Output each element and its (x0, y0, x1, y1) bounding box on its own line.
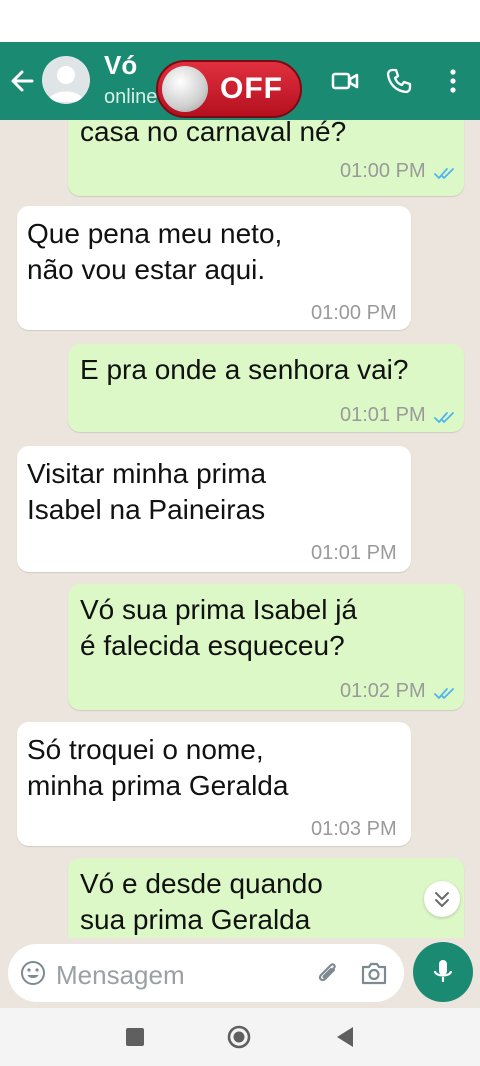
message-time: 01:00 PM (340, 160, 426, 182)
message-outgoing[interactable]: Vó e desde quando sua prima Geralda (68, 858, 464, 938)
chat-header: Vó online OFF (0, 42, 480, 120)
toggle-knob (162, 66, 208, 112)
back-arrow-icon[interactable] (8, 64, 36, 98)
recents-icon[interactable] (124, 1026, 146, 1048)
camera-icon[interactable] (360, 960, 388, 986)
message-text: Vó sua prima Isabel já é falecida esquec… (80, 594, 358, 661)
read-ticks-icon (434, 168, 454, 179)
message-time: 01:03 PM (311, 818, 397, 840)
mic-icon (433, 960, 453, 982)
more-vert-icon[interactable] (438, 66, 468, 96)
message-input[interactable]: Mensagem (8, 944, 404, 1002)
off-toggle-overlay[interactable]: OFF (156, 60, 302, 118)
message-placeholder: Mensagem (56, 960, 185, 990)
message-incoming[interactable]: Visitar minha prima Isabel na Paineiras … (17, 446, 411, 572)
message-incoming[interactable]: Só troquei o nome, minha prima Geralda 0… (17, 722, 411, 846)
video-call-icon[interactable] (330, 66, 360, 96)
message-text: Que pena meu neto, não vou estar aqui. (27, 218, 283, 285)
chat-area[interactable]: casa no carnaval né? 01:00 PM Que pena m… (0, 120, 480, 938)
off-label: OFF (220, 72, 283, 105)
read-ticks-icon (434, 412, 454, 423)
message-composer: Mensagem (0, 938, 480, 1008)
message-text: casa no carnaval né? (80, 120, 347, 147)
phone-icon[interactable] (384, 66, 414, 96)
message-time: 01:01 PM (340, 404, 426, 426)
android-nav-bar (0, 1008, 480, 1066)
message-text: Só troquei o nome, minha prima Geralda (27, 734, 289, 801)
scroll-down-button[interactable] (424, 881, 460, 917)
message-time: 01:01 PM (311, 542, 397, 564)
message-time: 01:02 PM (340, 680, 426, 702)
message-time: 01:00 PM (311, 302, 397, 324)
read-ticks-icon (434, 688, 454, 699)
message-outgoing[interactable]: Vó sua prima Isabel já é falecida esquec… (68, 584, 464, 710)
home-icon[interactable] (226, 1024, 252, 1050)
message-text: E pra onde a senhora vai? (80, 354, 409, 385)
message-outgoing[interactable]: E pra onde a senhora vai? 01:01 PM (68, 344, 464, 432)
avatar[interactable] (42, 56, 90, 104)
message-outgoing[interactable]: casa no carnaval né? 01:00 PM (68, 120, 464, 196)
attach-icon[interactable] (314, 958, 342, 988)
back-icon[interactable] (334, 1024, 356, 1050)
message-incoming[interactable]: Que pena meu neto, não vou estar aqui. 0… (17, 206, 411, 330)
emoji-icon[interactable] (20, 960, 46, 986)
contact-status: online (104, 86, 158, 108)
status-bar-area (0, 0, 480, 42)
avatar-icon (48, 66, 84, 102)
message-text: Visitar minha prima Isabel na Paineiras (27, 458, 267, 525)
contact-name[interactable]: Vó (104, 50, 137, 81)
double-chevron-down-icon (435, 892, 449, 907)
message-text: Vó e desde quando sua prima Geralda (80, 868, 323, 935)
voice-record-button[interactable] (413, 942, 473, 1002)
